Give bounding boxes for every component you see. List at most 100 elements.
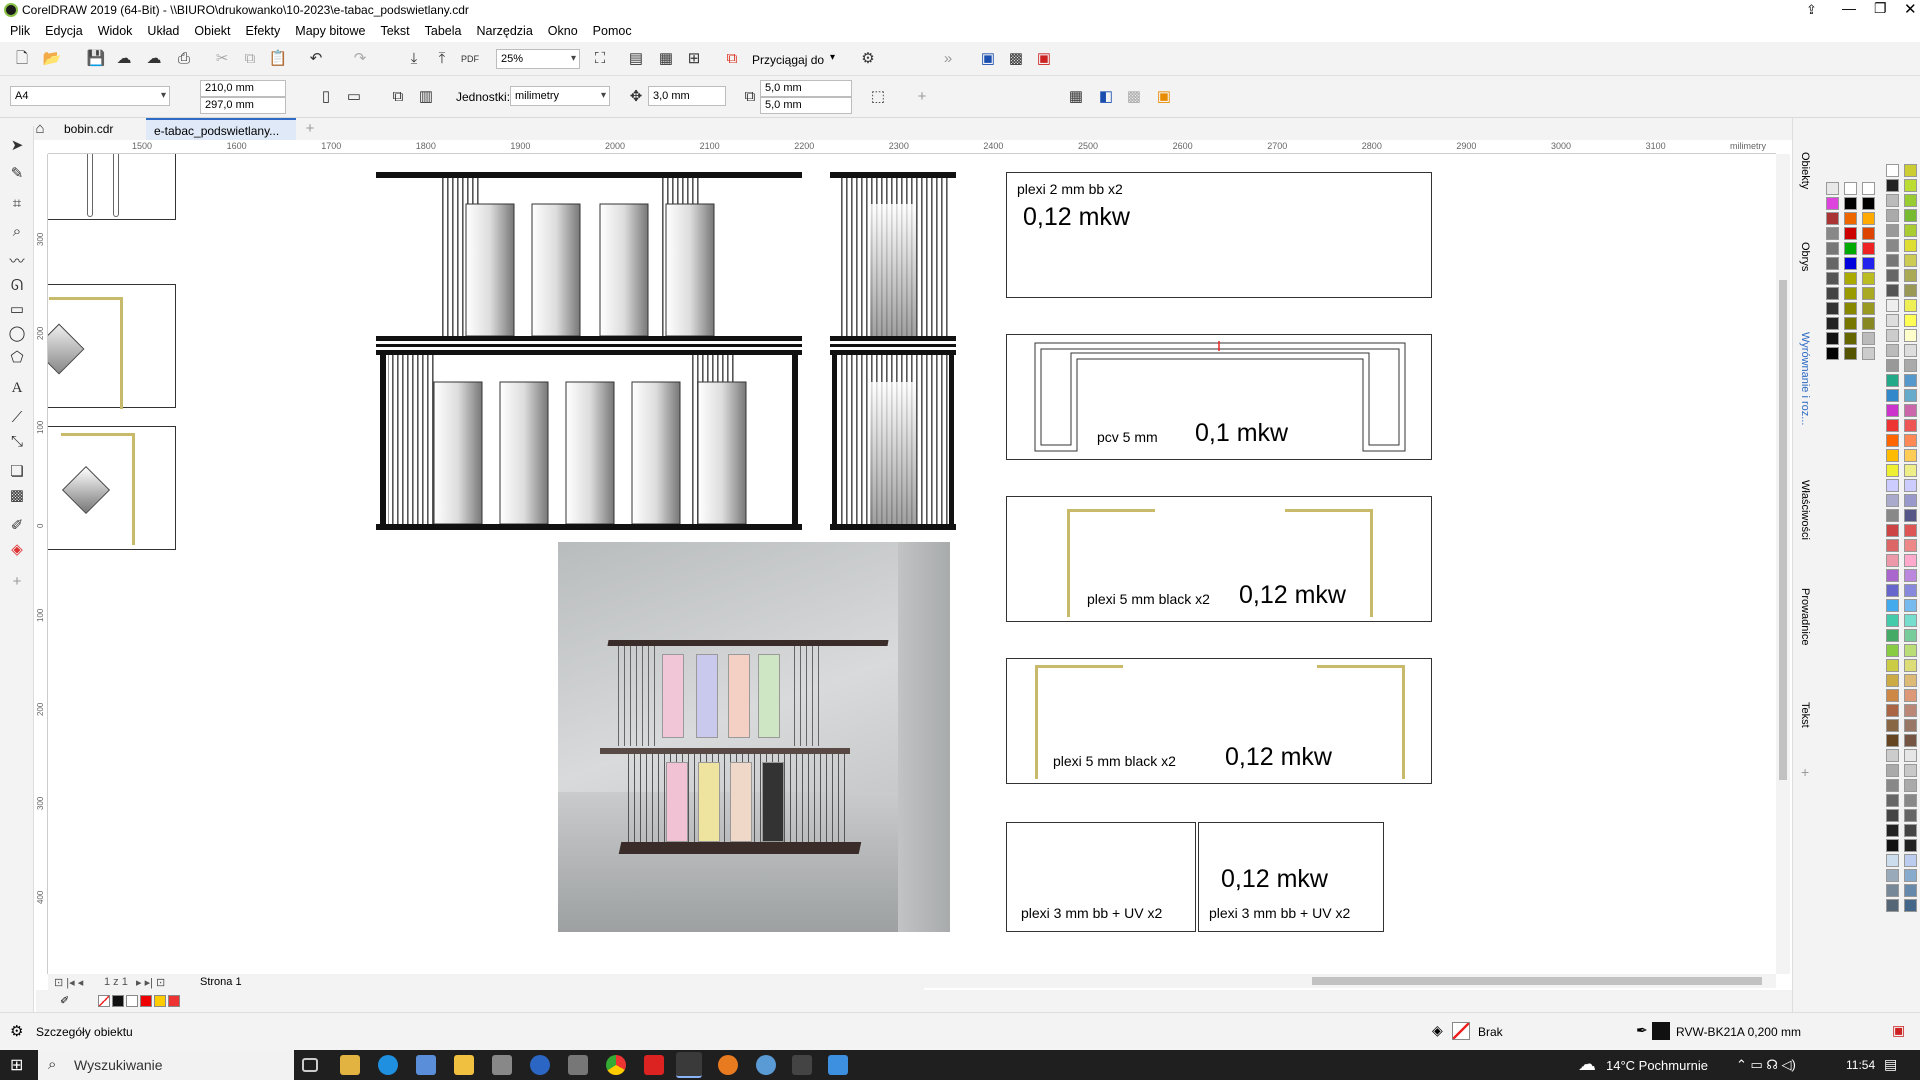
bleed-icon[interactable]: ⬚ — [868, 87, 888, 107]
palette-swatch[interactable] — [1904, 419, 1917, 432]
palette-swatch[interactable] — [1844, 257, 1857, 270]
object-details-label[interactable]: Szczegóły obiektu — [36, 1025, 133, 1039]
palette-swatch[interactable] — [1886, 644, 1899, 657]
palette-swatch[interactable] — [1886, 854, 1899, 867]
palette-swatch[interactable] — [1904, 239, 1917, 252]
palette-swatch[interactable] — [1904, 449, 1917, 462]
palette-swatch[interactable] — [1904, 299, 1917, 312]
polygon-tool-icon[interactable]: ⬠ — [7, 348, 27, 368]
palette-swatch[interactable] — [1904, 254, 1917, 267]
menu-widok[interactable]: Widok — [98, 20, 133, 42]
horizontal-ruler[interactable]: 1500 1600 1700 1800 1900 2000 2100 2200 2300 2400… — [48, 140, 1776, 154]
duplicate-x-field[interactable]: 5,0 mm — [760, 80, 852, 97]
docker-tab-wyrownanie[interactable]: Wyrównanie i roz... — [1799, 332, 1811, 425]
add-tool-icon[interactable]: + — [7, 572, 27, 592]
palette-swatch[interactable] — [1826, 347, 1839, 360]
save-icon[interactable]: 💾 — [86, 49, 106, 69]
palette-swatch[interactable] — [1844, 227, 1857, 240]
render-image[interactable] — [558, 542, 950, 932]
palette-swatch[interactable] — [1826, 272, 1839, 285]
palette-swatch[interactable] — [1886, 329, 1899, 342]
artistic-media-icon[interactable]: ᘏ — [7, 276, 27, 296]
snap-icon[interactable]: ⧉ — [722, 49, 742, 69]
notifications-icon[interactable]: ▤ — [1884, 1056, 1897, 1073]
palette-swatch[interactable] — [1886, 689, 1899, 702]
palette-swatch[interactable] — [1886, 884, 1899, 897]
palette-swatch[interactable] — [1904, 569, 1917, 582]
palette-swatch[interactable] — [1862, 272, 1875, 285]
freehand-tool-icon[interactable]: 〰 — [7, 252, 27, 272]
export-icon[interactable]: ⤒ — [432, 49, 452, 69]
palette-swatch[interactable] — [1904, 599, 1917, 612]
palette-swatch[interactable] — [1886, 704, 1899, 717]
palette-swatch[interactable] — [1904, 734, 1917, 747]
palette-swatch[interactable] — [1904, 839, 1917, 852]
palette-swatch[interactable] — [1886, 734, 1899, 747]
palette-swatch[interactable] — [1904, 779, 1917, 792]
palette-swatch[interactable] — [1826, 257, 1839, 270]
landscape-icon[interactable]: ▭ — [344, 87, 364, 107]
palette-swatch[interactable] — [1904, 719, 1917, 732]
grid-icon[interactable]: ▦ — [656, 49, 676, 69]
palette-swatch[interactable] — [1886, 599, 1899, 612]
palette-swatch[interactable] — [1904, 689, 1917, 702]
zoom-tool-icon[interactable]: ⌕ — [7, 222, 27, 242]
palette-swatch[interactable] — [1862, 212, 1875, 225]
page-width-field[interactable]: 210,0 mm — [200, 80, 286, 97]
undo-icon[interactable]: ↶ — [306, 49, 326, 69]
pick-tool-icon[interactable]: ➤ — [7, 136, 27, 156]
palette-swatch[interactable] — [1886, 374, 1899, 387]
palette-swatch[interactable] — [1904, 854, 1917, 867]
palette-swatch[interactable] — [1886, 194, 1899, 207]
palette-swatch[interactable] — [1904, 464, 1917, 477]
palette-swatch[interactable] — [1904, 509, 1917, 522]
palette-swatch[interactable] — [1886, 569, 1899, 582]
drop-shadow-icon[interactable]: ❏ — [7, 462, 27, 482]
palette-swatch[interactable] — [1844, 197, 1857, 210]
menu-plik[interactable]: Plik — [10, 20, 30, 42]
palette-swatch[interactable] — [1826, 182, 1839, 195]
palette-swatch[interactable] — [1904, 614, 1917, 627]
palette-swatch[interactable] — [1886, 794, 1899, 807]
palette-swatch[interactable] — [1886, 269, 1899, 282]
pdf-icon[interactable]: PDF — [460, 49, 480, 69]
horizontal-scrollbar[interactable] — [924, 974, 1776, 988]
panel-plexi-5mm-black-2[interactable]: plexi 5 mm black x2 0,12 mkw — [1006, 658, 1432, 784]
page-size-select[interactable]: A4 — [10, 86, 170, 106]
open-icon[interactable]: 📂 — [42, 49, 62, 69]
palette-swatch[interactable] — [1886, 449, 1899, 462]
palette-swatch[interactable] — [1904, 194, 1917, 207]
swatch-red[interactable] — [140, 995, 152, 1007]
palette-swatch[interactable] — [1904, 389, 1917, 402]
fill-none-swatch[interactable] — [1452, 1022, 1470, 1040]
text-tool-icon[interactable]: A — [7, 378, 27, 398]
palette-swatch[interactable] — [1904, 554, 1917, 567]
front-view-drawing[interactable] — [376, 170, 802, 530]
palette-swatch[interactable] — [1886, 494, 1899, 507]
palette-swatch[interactable] — [1886, 509, 1899, 522]
palette-swatch[interactable] — [1904, 269, 1917, 282]
palette-swatch[interactable] — [1886, 554, 1899, 567]
palette-swatch[interactable] — [1904, 704, 1917, 717]
docker-tab-wlasciwosci[interactable]: Właściwości — [1799, 480, 1811, 540]
snap-dropdown-arrow-icon[interactable]: ▾ — [830, 52, 835, 63]
coreldraw-task-icon[interactable] — [676, 1052, 702, 1078]
close-button[interactable]: ✕ — [1904, 0, 1917, 18]
palette-swatch[interactable] — [1862, 287, 1875, 300]
palette-column-3[interactable] — [1862, 182, 1876, 362]
palette-swatch[interactable] — [1844, 332, 1857, 345]
palette-swatch[interactable] — [1862, 242, 1875, 255]
palette-swatch[interactable] — [1904, 179, 1917, 192]
palette-swatch[interactable] — [1904, 809, 1917, 822]
drawing-canvas[interactable]: plexi 2 mm bb x2 0,12 mkw pcv 5 mm 0,1 m… — [48, 154, 1776, 974]
palette-swatch[interactable] — [1886, 614, 1899, 627]
palette-swatch[interactable] — [1862, 302, 1875, 315]
palette-swatch[interactable] — [1886, 239, 1899, 252]
palette-swatch[interactable] — [1886, 299, 1899, 312]
rulers-icon[interactable]: ▤ — [626, 49, 646, 69]
palette-swatch[interactable] — [1904, 539, 1917, 552]
palette-swatch[interactable] — [1886, 779, 1899, 792]
crop-tool-icon[interactable]: ⌗ — [7, 194, 27, 214]
palette-column-5[interactable] — [1904, 164, 1918, 914]
menu-okno[interactable]: Okno — [548, 20, 578, 42]
